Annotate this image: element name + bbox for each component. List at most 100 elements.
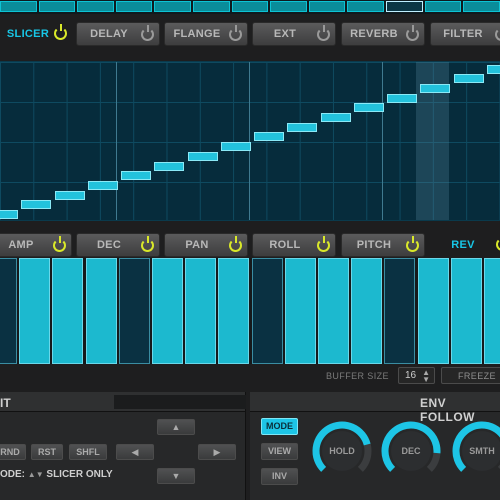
power-icon[interactable] [406,236,419,252]
step-cell[interactable] [463,1,500,12]
level-bar[interactable] [384,258,416,364]
view-button[interactable]: VIEW [261,443,298,460]
beat-divider [382,62,383,220]
level-bar[interactable] [318,258,349,364]
step-cell[interactable] [193,1,230,12]
fx-tab-reverb[interactable]: REVERB [341,22,425,46]
arrow-left-button[interactable]: ◀ [116,444,154,460]
slice-note[interactable] [453,74,484,84]
power-icon[interactable] [317,25,330,41]
slice-note[interactable] [287,122,318,132]
fx-tab-delay[interactable]: DELAY [76,22,160,46]
level-bar[interactable] [450,258,482,364]
knob-label: DEC [401,446,421,456]
freeze-button[interactable]: FREEZE [441,367,500,384]
power-icon[interactable] [54,24,67,40]
power-icon[interactable] [317,236,330,252]
slice-note[interactable] [121,171,151,181]
step-cell[interactable] [77,1,114,12]
slice-note[interactable] [353,103,384,113]
buffer-size-select[interactable]: 16 ▲ ▼ [398,367,435,384]
power-icon[interactable] [495,28,500,41]
level-bar[interactable] [152,258,183,364]
edit-mode-selector[interactable]: ODE: ▲▼ SLICER ONLY [0,469,113,480]
knob-label: SMTH [469,446,495,456]
edit-header-strip [114,395,246,409]
level-bar[interactable] [484,258,500,364]
knob-smth[interactable]: SMTH [451,420,500,482]
level-bar[interactable] [185,258,217,364]
step-strip[interactable] [0,0,500,14]
step-cell[interactable] [0,1,37,12]
power-icon[interactable] [496,238,500,251]
level-bar[interactable] [284,258,316,364]
slice-note[interactable] [187,151,218,161]
knob-hold[interactable]: HOLD [311,420,373,482]
step-cell[interactable] [154,1,192,12]
step-cell[interactable] [308,1,346,12]
slice-note[interactable] [420,83,451,93]
slice-note[interactable] [54,190,85,200]
knob-dec[interactable]: DEC [380,420,442,482]
random-button[interactable]: RND [0,444,26,460]
power-icon[interactable] [406,25,419,41]
reset-button[interactable]: RST [31,444,63,460]
level-bar[interactable] [218,258,250,364]
slice-note[interactable] [87,180,118,190]
power-icon[interactable] [53,236,66,252]
step-cell[interactable] [231,1,269,12]
fx-tab-filter[interactable]: FILTER [430,22,500,46]
mod-tab-label: PITCH [356,239,392,251]
fx-tab-flange[interactable]: FLANGE [164,22,248,46]
step-cell[interactable] [270,1,307,12]
slice-note[interactable] [387,93,417,103]
step-cell[interactable] [424,1,462,12]
slice-note[interactable] [0,210,18,219]
arrow-down-button[interactable]: ▼ [157,468,195,484]
slice-note[interactable] [486,64,500,74]
slice-sequencer-grid[interactable] [0,61,500,221]
slice-note[interactable] [320,113,351,122]
fx-tab-ext[interactable]: EXT [252,22,336,46]
power-icon[interactable] [229,25,242,41]
step-cell[interactable] [386,1,423,12]
slice-note[interactable] [220,142,251,152]
level-bar[interactable] [0,258,17,364]
arrow-up-button[interactable]: ▲ [157,419,195,435]
level-bar[interactable] [52,258,84,364]
mod-tab-dec[interactable]: DEC [76,233,160,257]
fx-tab-slicer[interactable]: SLICER [2,22,72,46]
level-bar[interactable] [351,258,383,364]
level-bar[interactable] [85,258,117,364]
slice-level-bars[interactable] [0,258,500,364]
level-bar[interactable] [19,258,51,364]
mod-tab-amp[interactable]: AMP [0,233,72,257]
mod-tab-label: AMP [8,239,34,251]
mod-tab-roll[interactable]: ROLL [252,233,336,257]
edit-panel-header: IT [0,392,246,412]
beat-divider [249,62,250,220]
power-icon[interactable] [141,25,154,41]
slice-note[interactable] [154,161,185,171]
fx-tab-label: FILTER [443,28,483,40]
level-bar[interactable] [118,258,150,364]
step-cell[interactable] [347,1,385,12]
fx-tab-row: SLICER DELAY FLANGE EXT REVERB FILTER [0,21,500,47]
power-icon[interactable] [229,236,242,252]
edit-panel-title: IT [0,396,11,410]
slice-note[interactable] [21,200,52,210]
invert-button[interactable]: INV [261,468,298,485]
power-icon[interactable] [141,236,154,252]
mode-prefix-label: ODE: [0,469,25,480]
level-bar[interactable] [417,258,449,364]
mod-tab-pitch[interactable]: PITCH [341,233,425,257]
mode-button[interactable]: MODE [261,418,298,435]
step-cell[interactable] [115,1,153,12]
mod-tab-rev[interactable]: REV [430,233,500,257]
step-cell[interactable] [38,1,76,12]
mod-tab-pan[interactable]: PAN [164,233,248,257]
shuffle-button[interactable]: SHFL [69,444,107,460]
arrow-right-button[interactable]: ▶ [198,444,236,460]
level-bar[interactable] [251,258,283,364]
slice-note[interactable] [254,132,284,142]
